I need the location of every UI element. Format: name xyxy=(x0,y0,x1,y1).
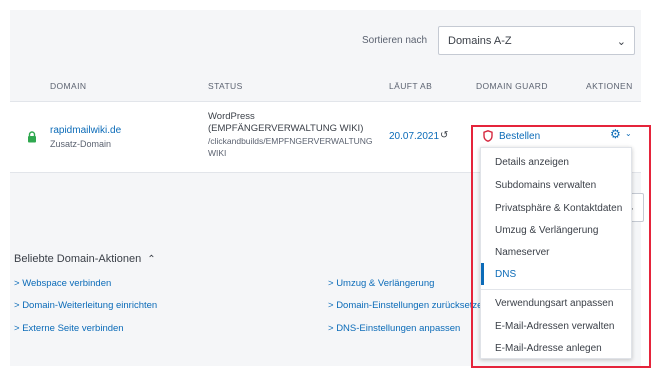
header-actions: AKTIONEN xyxy=(586,81,633,91)
menu-item-email-manage[interactable]: E-Mail-Adressen verwalten xyxy=(495,321,615,332)
popular-action-link[interactable]: > DNS-Einstellungen anpassen xyxy=(328,323,460,334)
status-line: WordPress xyxy=(208,111,255,122)
shield-icon xyxy=(483,130,493,142)
sort-label: Sortieren nach xyxy=(362,35,428,46)
header-domain: DOMAIN xyxy=(50,81,87,91)
status-line: (EMPFÄNGERVERWALTUNG WIKI) xyxy=(208,123,364,134)
popular-action-link[interactable]: > Umzug & Verlängerung xyxy=(328,278,434,289)
popular-actions-title: Beliebte Domain-Aktionen xyxy=(14,253,142,265)
domain-status: WordPress (EMPFÄNGERVERWALTUNG WIKI) /cl… xyxy=(208,111,380,159)
popular-actions-toggle[interactable]: Beliebte Domain-Aktionen ⌃ xyxy=(14,253,156,265)
header-expires: LÄUFT AB xyxy=(389,81,433,91)
expiry-date-link[interactable]: 20.07.2021 xyxy=(389,131,439,142)
header-domain-guard: DOMAIN GUARD xyxy=(476,81,548,91)
popular-action-link[interactable]: > Externe Seite verbinden xyxy=(14,323,124,334)
chevron-down-icon: ⌄ xyxy=(616,36,626,48)
sort-select-value: Domains A-Z xyxy=(448,35,512,47)
domain-type: Zusatz-Domain xyxy=(50,139,112,149)
menu-item-usage-type[interactable]: Verwendungsart anpassen xyxy=(495,298,613,309)
domain-guard-order-link[interactable]: Bestellen xyxy=(499,131,540,142)
menu-divider xyxy=(481,289,631,290)
gear-icon[interactable]: ⚙ xyxy=(610,127,621,141)
actions-dropdown-menu: Details anzeigen Subdomains verwalten Pr… xyxy=(480,147,632,359)
popular-action-link[interactable]: > Webspace verbinden xyxy=(14,278,111,289)
chevron-up-icon: ⌃ xyxy=(147,254,156,265)
popular-action-link[interactable]: > Domain-Weiterleitung einrichten xyxy=(14,300,157,311)
menu-item-dns[interactable]: DNS xyxy=(495,269,516,280)
menu-item-subdomains[interactable]: Subdomains verwalten xyxy=(495,180,596,191)
refresh-icon[interactable]: ↺ xyxy=(440,130,448,141)
active-item-indicator xyxy=(481,263,484,285)
menu-item-transfer[interactable]: Umzug & Verlängerung xyxy=(495,225,598,236)
status-path: WIKI xyxy=(208,148,227,158)
header-status: STATUS xyxy=(208,81,243,91)
menu-item-privacy[interactable]: Privatsphäre & Kontaktdaten xyxy=(495,203,622,214)
lock-icon xyxy=(28,131,36,143)
sort-select[interactable]: Domains A-Z ⌄ xyxy=(438,26,635,55)
domain-name-link[interactable]: rapidmailwiki.de xyxy=(50,125,121,136)
popular-action-link[interactable]: > Domain-Einstellungen zurücksetzen xyxy=(328,300,488,311)
chevron-down-icon[interactable]: ⌄ xyxy=(625,129,632,138)
status-path: /clickandbuilds/EMPFNGERVERWALTUNG xyxy=(208,136,373,146)
menu-item-nameserver[interactable]: Nameserver xyxy=(495,247,549,258)
menu-item-details[interactable]: Details anzeigen xyxy=(495,157,569,168)
menu-item-email-create[interactable]: E-Mail-Adresse anlegen xyxy=(495,343,602,354)
